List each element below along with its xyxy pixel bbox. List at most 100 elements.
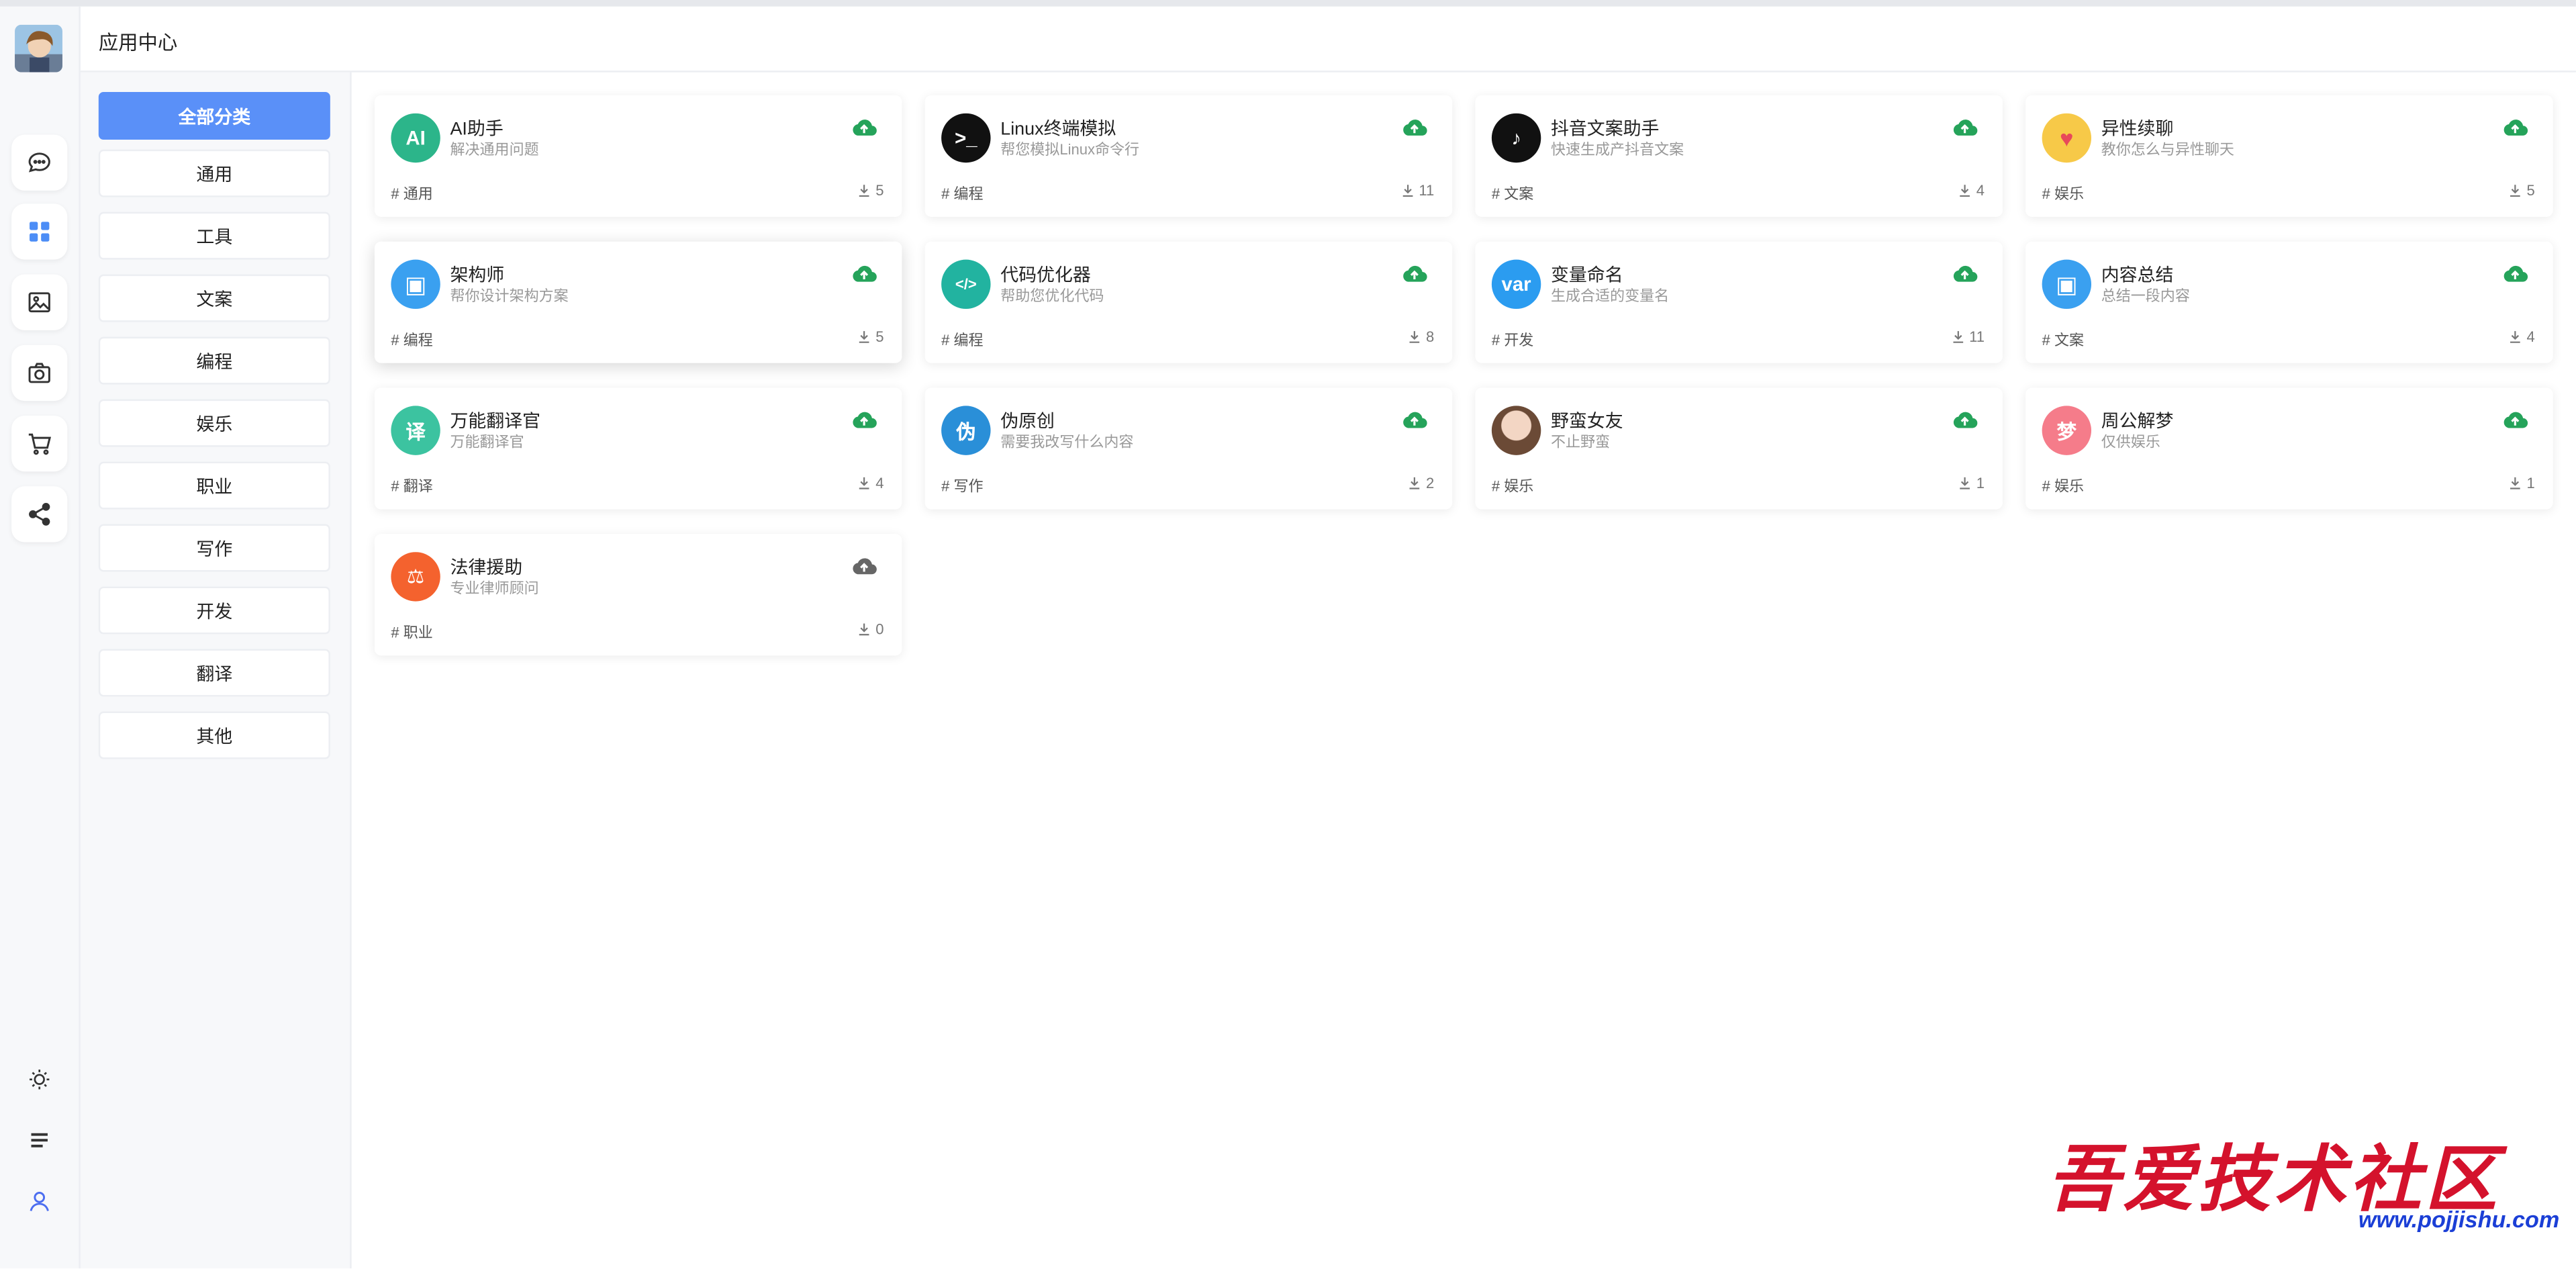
- avatar[interactable]: [15, 24, 62, 73]
- category-programming[interactable]: 编程: [98, 336, 330, 385]
- download-icon: [1952, 331, 1963, 343]
- cloud-upload-icon[interactable]: [851, 554, 877, 577]
- app-icon: ⚖: [391, 552, 440, 602]
- category-all[interactable]: 全部分类: [98, 92, 330, 140]
- download-icon: [1960, 477, 1970, 489]
- app-tag[interactable]: # 开发: [1492, 328, 1533, 350]
- category-development[interactable]: 开发: [98, 586, 330, 634]
- app-tag[interactable]: # 文案: [1492, 183, 1533, 204]
- app-tag[interactable]: # 写作: [941, 475, 983, 496]
- download-icon: [859, 477, 869, 489]
- app-card[interactable]: 伪伪原创 需要我改写什么内容 # 写作 2: [924, 387, 1453, 510]
- app-card[interactable]: AI AI助手 解决通用问题 # 通用 5: [374, 95, 902, 218]
- app-card[interactable]: ♪ 抖音文案助手 快速生成产抖音文案 # 文案 4: [1475, 95, 2003, 218]
- cloud-upload-icon[interactable]: [1952, 408, 1978, 430]
- download-icon: [1960, 185, 1970, 197]
- chat-icon[interactable]: [11, 134, 68, 191]
- app-card[interactable]: ▣ 内容总结 总结一段内容 # 文案 4: [2025, 241, 2553, 363]
- app-card[interactable]: 译万能翻译官 万能翻译官 # 翻译 4: [374, 387, 902, 510]
- app-description: 万能翻译官: [450, 434, 524, 451]
- page-title: 应用中心: [98, 31, 178, 54]
- category-general[interactable]: 通用: [98, 149, 330, 197]
- cloud-upload-icon[interactable]: [2502, 115, 2528, 138]
- user-icon[interactable]: [23, 1184, 56, 1217]
- app-icon: 伪: [941, 406, 991, 455]
- top-border: [0, 0, 2576, 7]
- cloud-upload-icon[interactable]: [851, 115, 877, 138]
- image-icon[interactable]: [11, 274, 68, 330]
- download-count: 1: [2509, 475, 2535, 491]
- category-translation[interactable]: 翻译: [98, 649, 330, 697]
- cart-icon[interactable]: [11, 416, 68, 472]
- app-icon: ♪: [1491, 113, 1541, 163]
- app-description: 生成合适的变量名: [1550, 287, 1670, 304]
- category-entertainment[interactable]: 娱乐: [98, 399, 330, 447]
- app-description: 专业律师顾问: [450, 579, 539, 597]
- download-count-value: 11: [1419, 182, 1435, 199]
- download-count-value: 1: [1976, 475, 1985, 491]
- share-icon[interactable]: [11, 486, 68, 543]
- watermark-logo: 吾爱技术社区 www.pojjishu.com: [2047, 1121, 2559, 1244]
- app-tag[interactable]: # 娱乐: [2042, 183, 2084, 204]
- cloud-upload-icon[interactable]: [851, 408, 877, 430]
- download-count-value: 4: [875, 475, 884, 491]
- app-card[interactable]: ♥ 异性续聊 教你怎么与异性聊天 # 娱乐 5: [2025, 95, 2553, 218]
- category-tools[interactable]: 工具: [98, 211, 330, 260]
- app-tag[interactable]: # 编程: [941, 328, 983, 350]
- category-writing[interactable]: 写作: [98, 524, 330, 572]
- app-description: 仅供娱乐: [2101, 434, 2160, 451]
- download-count-value: 8: [1425, 328, 1435, 345]
- apps-grid-icon[interactable]: [11, 203, 68, 260]
- app-tag[interactable]: # 文案: [2042, 328, 2084, 350]
- app-tag[interactable]: # 编程: [941, 183, 983, 204]
- app-tag[interactable]: # 职业: [391, 621, 432, 643]
- category-copywriting[interactable]: 文案: [98, 274, 330, 322]
- download-count-value: 0: [875, 620, 884, 638]
- app-description: 解决通用问题: [450, 141, 539, 158]
- cloud-upload-icon[interactable]: [1401, 115, 1427, 138]
- app-card[interactable]: ⚖ 法律援助 专业律师顾问 # 职业 0: [374, 534, 902, 656]
- camera-icon[interactable]: [11, 344, 68, 402]
- cloud-upload-icon[interactable]: [1401, 261, 1427, 284]
- cloud-upload-icon[interactable]: [851, 261, 877, 284]
- app-tag[interactable]: # 娱乐: [1492, 475, 1533, 496]
- download-count: 1: [1958, 475, 1985, 491]
- download-count: 8: [1408, 328, 1435, 345]
- app-icon: var: [1491, 259, 1541, 310]
- download-count: 5: [857, 328, 884, 345]
- app-description: 帮您模拟Linux命令行: [1000, 141, 1140, 158]
- app-icon: 梦: [2042, 406, 2092, 455]
- watermark-url: www.pojjishu.com: [2358, 1206, 2560, 1233]
- app-card[interactable]: >_ Linux终端模拟 帮您模拟Linux命令行 # 编程 11: [924, 95, 1453, 218]
- app-icon: >_: [941, 113, 991, 163]
- cloud-upload-icon[interactable]: [1401, 408, 1427, 430]
- app-icon: ▣: [2042, 259, 2092, 310]
- app-card[interactable]: 梦周公解梦 仅供娱乐 # 娱乐 1: [2025, 387, 2553, 510]
- download-count: 5: [2509, 183, 2535, 199]
- app-tag[interactable]: # 通用: [391, 183, 432, 204]
- sun-icon[interactable]: [23, 1063, 56, 1096]
- app-icon: AI: [391, 113, 440, 163]
- download-count: 0: [857, 621, 884, 637]
- app-icon: </>: [941, 259, 991, 310]
- app-tag[interactable]: # 编程: [391, 328, 432, 350]
- download-icon: [1409, 331, 1420, 343]
- left-rail: [0, 6, 81, 1269]
- cloud-upload-icon[interactable]: [2502, 261, 2528, 284]
- download-icon: [2510, 185, 2520, 197]
- app-card[interactable]: </> 代码优化器 帮助您优化代码 # 编程 8: [924, 241, 1453, 363]
- app-card[interactable]: ▣ 架构师 帮你设计架构方案 # 编程 5: [374, 241, 902, 363]
- app-card[interactable]: 野蛮女友 不止野蛮 # 娱乐 1: [1475, 387, 2003, 510]
- app-card[interactable]: var 变量命名 生成合适的变量名 # 开发 11: [1475, 241, 2003, 363]
- menu-icon[interactable]: [23, 1124, 56, 1157]
- app-tag[interactable]: # 翻译: [391, 475, 432, 496]
- download-count: 11: [1400, 183, 1434, 199]
- cloud-upload-icon[interactable]: [2502, 408, 2528, 430]
- app-tag[interactable]: # 娱乐: [2042, 475, 2084, 496]
- cloud-upload-icon[interactable]: [1952, 115, 1978, 138]
- download-icon: [859, 331, 869, 343]
- category-career[interactable]: 职业: [98, 461, 330, 510]
- category-other[interactable]: 其他: [98, 711, 330, 759]
- app-description: 帮助您优化代码: [1000, 287, 1104, 304]
- cloud-upload-icon[interactable]: [1952, 261, 1978, 284]
